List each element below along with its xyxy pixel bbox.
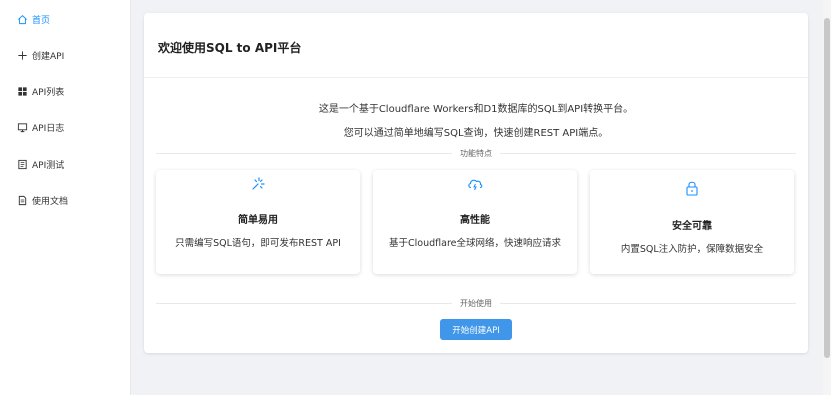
feature-title: 高性能	[460, 215, 490, 226]
home-icon	[16, 13, 28, 25]
intro-text-1: 这是一个基于Cloudflare Workers和D1数据库的SQL到API转换…	[318, 104, 634, 115]
start-divider-label: 开始使用	[452, 297, 500, 309]
sparkle-icon	[248, 174, 268, 194]
feature-description: 基于Cloudflare全球网络，快速响应请求	[389, 238, 561, 249]
feature-card-performance: 高性能 基于Cloudflare全球网络，快速响应请求	[373, 170, 577, 274]
start-create-api-button[interactable]: 开始创建API	[440, 319, 512, 340]
sidebar: 首页 创建API API列表 API日志 API测试 使用文档	[0, 0, 131, 395]
grid-icon	[16, 85, 28, 97]
welcome-card: 欢迎使用SQL to API平台 这是一个基于Cloudflare Worker…	[144, 13, 808, 353]
main-content: 欢迎使用SQL to API平台 这是一个基于Cloudflare Worker…	[131, 0, 831, 395]
start-divider: 开始使用	[156, 297, 796, 309]
sidebar-item-label: 创建API	[32, 51, 65, 62]
feature-title: 安全可靠	[672, 221, 712, 232]
feature-description: 只需编写SQL语句，即可发布REST API	[175, 238, 341, 249]
sidebar-item-api-test[interactable]: API测试	[0, 154, 130, 174]
sidebar-item-label: 首页	[32, 15, 51, 26]
feature-card-easy: 简单易用 只需编写SQL语句，即可发布REST API	[156, 170, 360, 274]
scrollbar[interactable]	[823, 0, 831, 395]
sidebar-item-label: 使用文档	[32, 196, 69, 207]
sidebar-item-home[interactable]: 首页	[0, 9, 130, 29]
card-header-divider	[144, 77, 808, 78]
cloud-icon	[465, 174, 485, 194]
feature-card-security: 安全可靠 内置SQL注入防护，保障数据安全	[590, 170, 794, 274]
monitor-icon	[16, 121, 28, 133]
file-icon	[16, 194, 28, 206]
document-icon	[16, 158, 28, 170]
features-divider: 功能特点	[156, 147, 796, 159]
features-divider-label: 功能特点	[452, 147, 500, 159]
lock-icon	[682, 178, 702, 198]
scrollbar-thumb[interactable]	[824, 18, 830, 358]
plus-icon	[16, 49, 28, 61]
feature-title: 简单易用	[238, 215, 278, 226]
feature-description: 内置SQL注入防护，保障数据安全	[620, 244, 764, 255]
sidebar-item-label: API列表	[32, 87, 65, 98]
sidebar-item-api-list[interactable]: API列表	[0, 81, 130, 101]
page-title: 欢迎使用SQL to API平台	[158, 41, 302, 55]
sidebar-item-api-logs[interactable]: API日志	[0, 117, 130, 137]
sidebar-item-label: API测试	[32, 160, 65, 171]
sidebar-item-label: API日志	[32, 123, 65, 134]
sidebar-item-docs[interactable]: 使用文档	[0, 190, 130, 210]
sidebar-item-create-api[interactable]: 创建API	[0, 45, 130, 65]
intro-text-2: 您可以通过简单地编写SQL查询，快速创建REST API端点。	[343, 128, 609, 139]
